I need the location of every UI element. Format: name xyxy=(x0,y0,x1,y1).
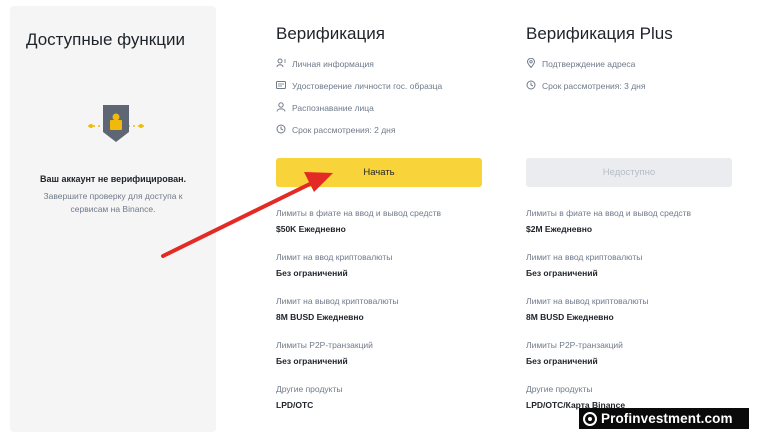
verification-plus-title: Верификация Plus xyxy=(526,24,673,43)
limit-value: Без ограничений xyxy=(526,356,598,366)
watermark-circle-icon xyxy=(583,411,597,426)
limit-label: Лимиты P2P-транзакций xyxy=(526,340,623,350)
feature-personal-info: Личная информация xyxy=(276,57,374,71)
unverified-status: Ваш аккаунт не верифицирован. xyxy=(39,174,187,184)
available-features-panel: Доступные функции Ваш аккаунт не верифиц… xyxy=(10,6,216,432)
feature-id-document: Удостоверение личности гос. образца xyxy=(276,79,442,93)
id-card-icon xyxy=(276,80,292,92)
feature-label: Удостоверение личности гос. образца xyxy=(292,81,443,91)
limit-label: Лимиты P2P-транзакций xyxy=(276,340,373,350)
verification-column: Верификация Личная информация Удостовере… xyxy=(276,0,486,437)
limit-label: Лимиты в фиате на ввод и вывод средств xyxy=(276,208,442,218)
limit-value: LPD/OTC xyxy=(276,400,314,410)
limit-label: Лимит на вывод криптовалюты xyxy=(276,296,399,306)
feature-label: Срок рассмотрения: 2 дня xyxy=(292,125,396,135)
limit-value: 8M BUSD Ежедневно xyxy=(276,312,364,322)
clock-icon xyxy=(526,80,542,92)
unverified-shield-icon xyxy=(88,102,144,152)
location-icon xyxy=(526,57,542,70)
limit-value: $50K Ежедневно xyxy=(276,224,346,234)
feature-review-time: Срок рассмотрения: 2 дня xyxy=(276,123,395,137)
limit-label: Лимит на ввод криптовалюты xyxy=(276,252,393,262)
clock-icon xyxy=(276,124,292,136)
limit-value: $2M Ежедневно xyxy=(526,224,593,234)
start-verification-button[interactable]: Начать xyxy=(276,158,482,187)
limit-label: Лимиты в фиате на ввод и вывод средств xyxy=(526,208,692,218)
limit-value: Без ограничений xyxy=(276,268,348,278)
verification-hint: Завершите проверку для доступа к сервиса… xyxy=(43,191,183,214)
feature-label: Подтверждение адреса xyxy=(542,59,636,69)
face-icon xyxy=(276,102,292,114)
feature-label: Срок рассмотрения: 3 дня xyxy=(542,81,646,91)
verification-plus-column: Верификация Plus Подтверждение адреса Ср… xyxy=(526,0,736,437)
user-info-icon xyxy=(276,58,292,70)
watermark-logo: Profinvestment.com xyxy=(579,408,749,429)
feature-review-time: Срок рассмотрения: 3 дня xyxy=(526,79,645,93)
watermark-text: Profinvestment.com xyxy=(601,411,733,426)
unavailable-button: Недоступно xyxy=(526,158,732,187)
limit-label: Другие продукты xyxy=(276,384,343,394)
limit-label: Другие продукты xyxy=(526,384,593,394)
verification-title: Верификация xyxy=(276,24,385,43)
feature-label: Распознавание лица xyxy=(292,103,374,113)
limit-value: Без ограничений xyxy=(526,268,598,278)
available-features-title: Доступные функции xyxy=(26,30,185,49)
limit-value: 8M BUSD Ежедневно xyxy=(526,312,614,322)
feature-address-proof: Подтверждение адреса xyxy=(526,57,635,71)
limit-value: Без ограничений xyxy=(276,356,348,366)
limit-label: Лимит на вывод криптовалюты xyxy=(526,296,649,306)
limit-label: Лимит на ввод криптовалюты xyxy=(526,252,643,262)
feature-face-recognition: Распознавание лица xyxy=(276,101,374,115)
feature-label: Личная информация xyxy=(292,59,374,69)
